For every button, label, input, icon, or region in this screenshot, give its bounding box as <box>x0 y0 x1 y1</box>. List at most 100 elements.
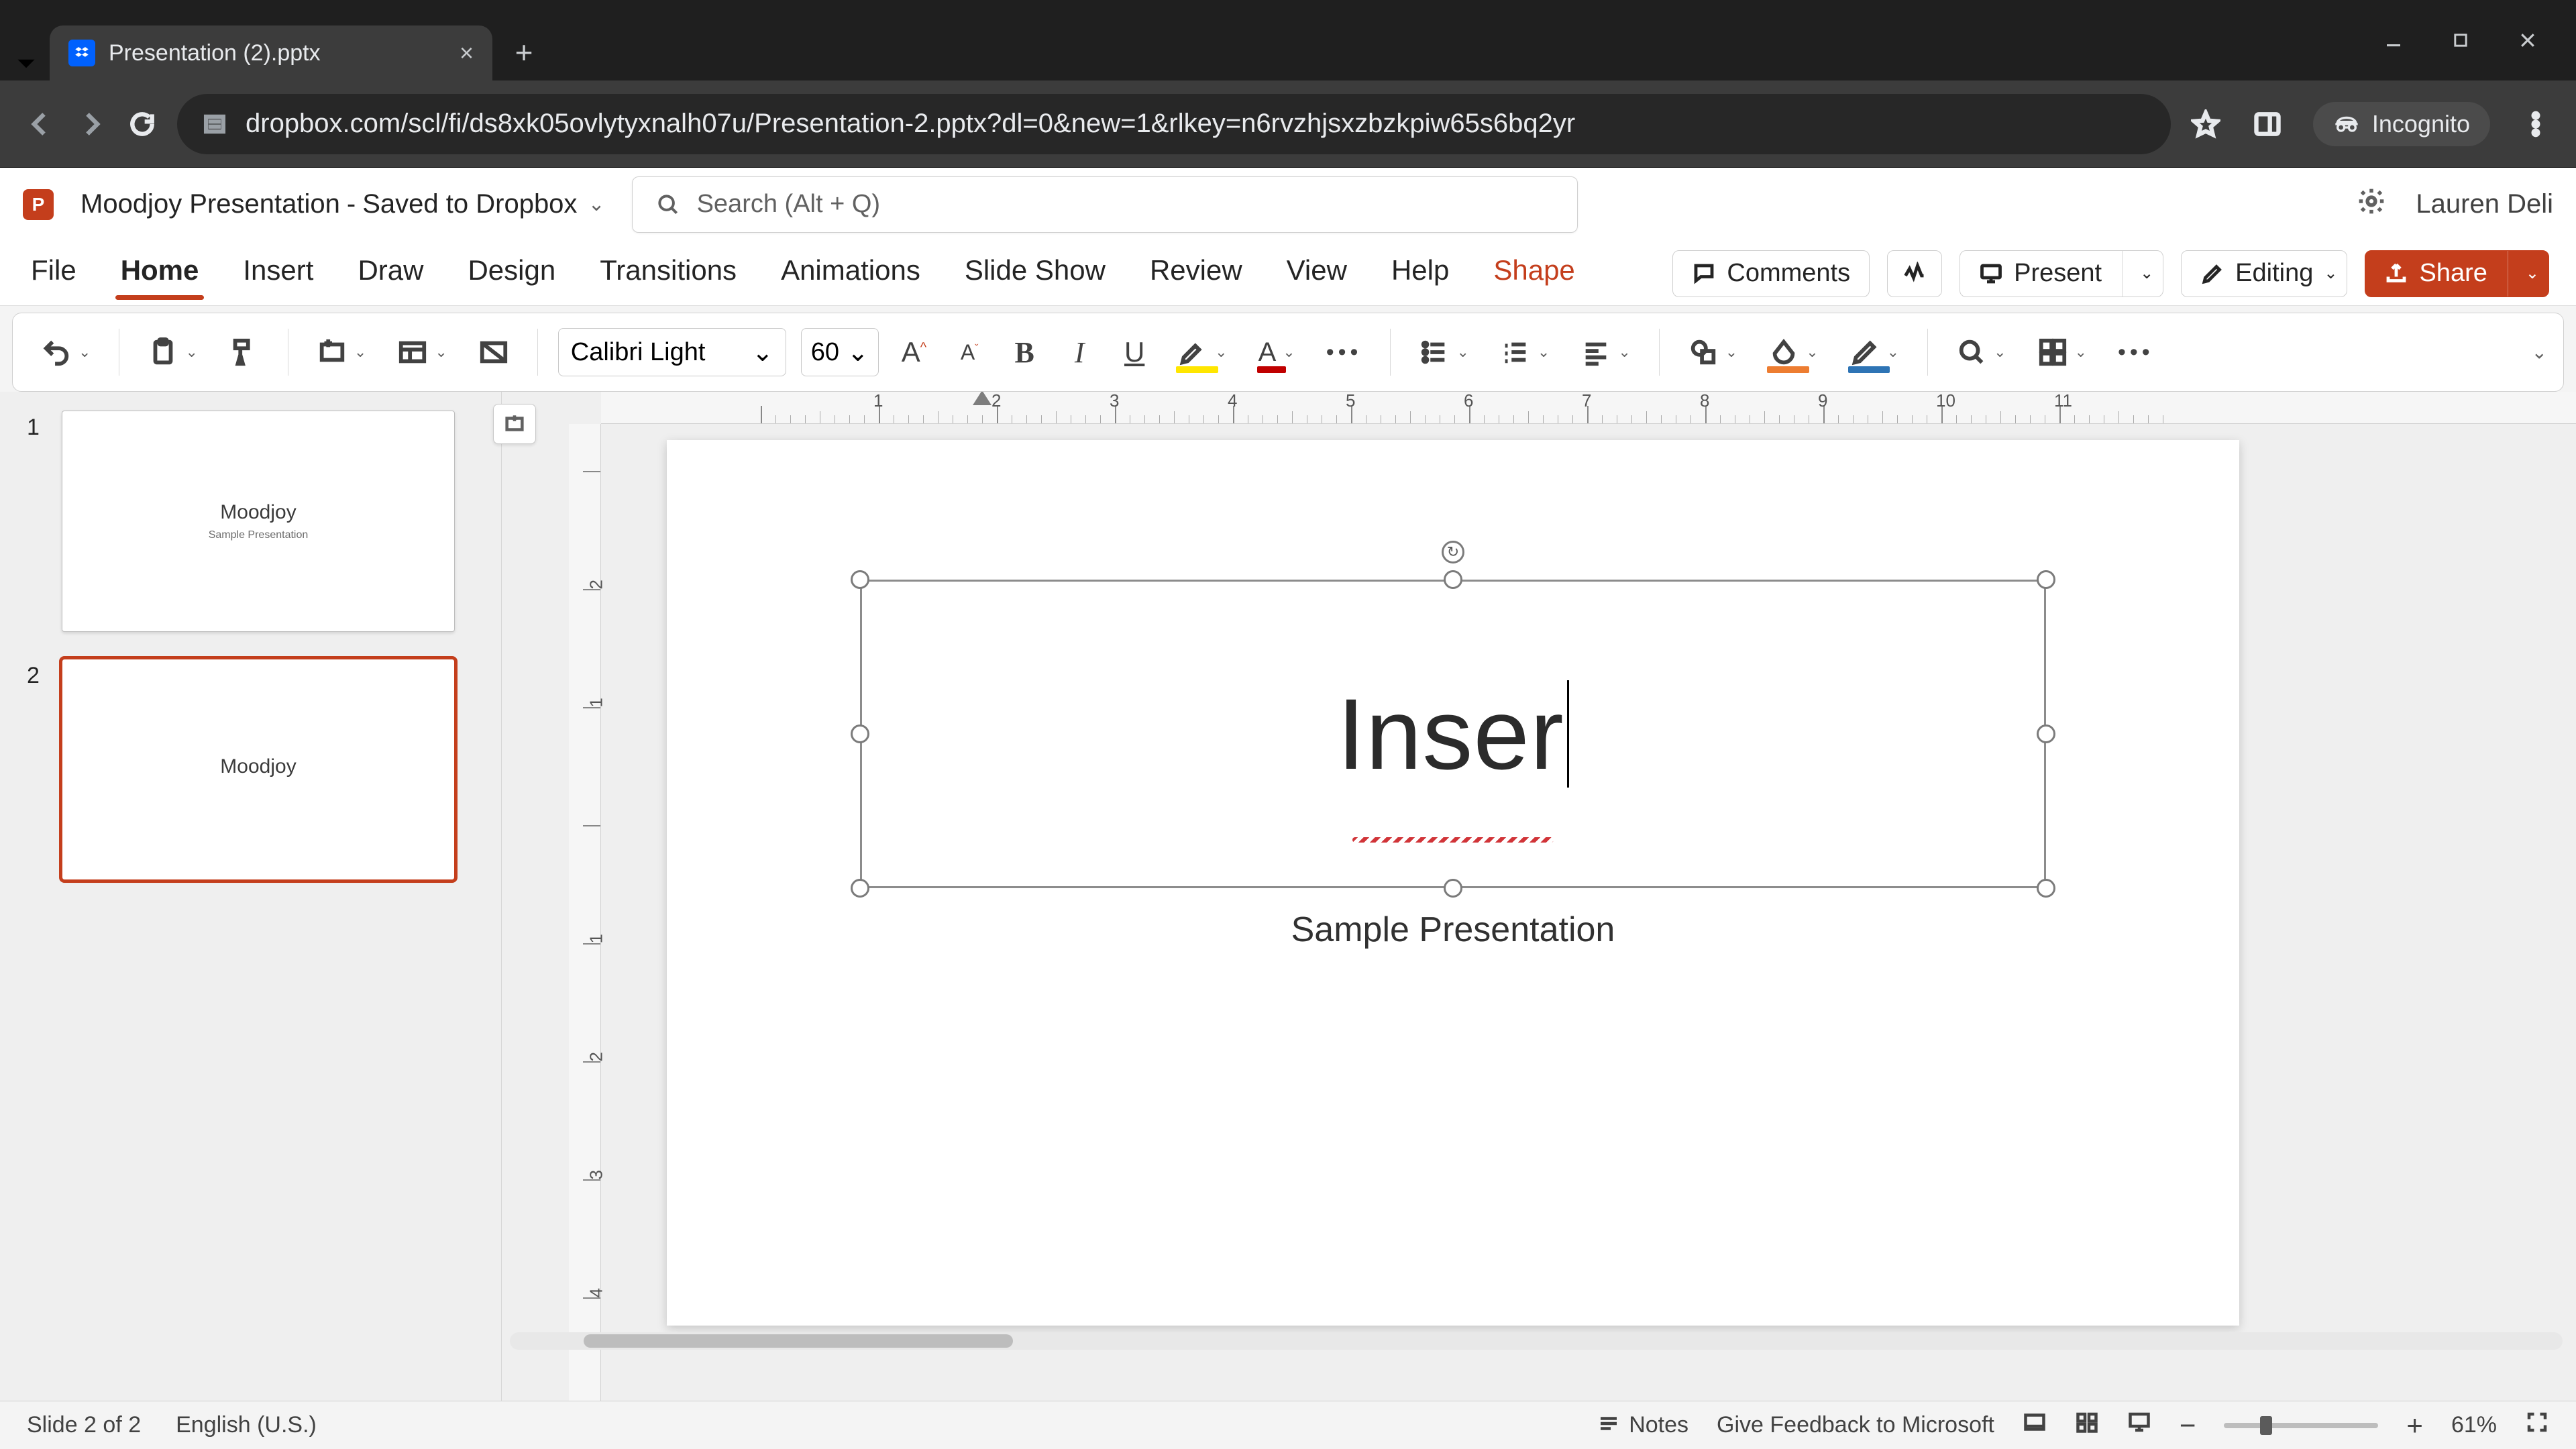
reset-button[interactable] <box>470 326 517 378</box>
vertical-ruler[interactable]: 211234 <box>569 424 601 1401</box>
zoom-slider[interactable] <box>2224 1423 2378 1428</box>
underline-button[interactable]: U <box>1114 326 1155 378</box>
tab-close-button[interactable]: × <box>460 41 474 65</box>
ribbon-tab-transitions[interactable]: Transitions <box>596 249 741 299</box>
workspace: 1 Moodjoy Sample Presentation 2 Moodjoy <box>0 392 2576 1401</box>
more-font-options-button[interactable]: ••• <box>1318 326 1371 378</box>
slide-thumbnail-2[interactable]: 2 Moodjoy <box>27 659 482 880</box>
new-slide-button[interactable]: ⌄ <box>309 326 374 378</box>
side-panel-icon[interactable] <box>2251 108 2284 140</box>
rotate-handle[interactable] <box>1442 541 1464 564</box>
scrollbar-thumb[interactable] <box>584 1334 1013 1348</box>
font-color-swatch <box>1257 366 1286 373</box>
zoom-out-button[interactable]: − <box>2180 1409 2196 1442</box>
ribbon-collapse-chevron-icon[interactable]: ⌄ <box>2532 341 2547 364</box>
slide-canvas[interactable]: Inser Sample Presentation <box>667 440 2239 1326</box>
ribbon-tab-review[interactable]: Review <box>1146 249 1246 299</box>
window-close-button[interactable] <box>2514 30 2541 50</box>
ribbon-tab-file[interactable]: File <box>27 249 80 299</box>
designer-button[interactable]: ⌄ <box>2029 326 2095 378</box>
ribbon-tab-animations[interactable]: Animations <box>777 249 924 299</box>
zoom-level[interactable]: 61% <box>2451 1412 2497 1438</box>
editing-mode-button[interactable]: Editing ⌄ <box>2181 250 2347 297</box>
paste-button[interactable]: ⌄ <box>140 326 205 378</box>
search-input[interactable]: Search (Alt + Q) <box>632 176 1578 233</box>
font-name-select[interactable]: Calibri Light⌄ <box>558 328 786 376</box>
shapes-button[interactable]: ⌄ <box>1680 326 1746 378</box>
bold-button[interactable]: B <box>1004 326 1044 378</box>
bookmark-star-icon[interactable] <box>2190 108 2222 140</box>
share-button[interactable]: Share ⌄ <box>2365 250 2549 297</box>
normal-view-button[interactable] <box>2023 1410 2047 1440</box>
reading-view-button[interactable] <box>2127 1410 2151 1440</box>
slide-canvas-area: 1234567891011 211234 <box>502 392 2576 1401</box>
more-commands-button[interactable]: ••• <box>2110 326 2162 378</box>
url-text: dropbox.com/scl/fi/ds8xk05ovlytyxnalh07u… <box>246 109 1575 139</box>
text-caret <box>1567 680 1569 788</box>
language-status[interactable]: English (U.S.) <box>176 1412 317 1438</box>
find-button[interactable]: ⌄ <box>1948 326 2014 378</box>
slide-thumbnail-1[interactable]: 1 Moodjoy Sample Presentation <box>27 411 482 632</box>
subtitle-text[interactable]: Sample Presentation <box>667 910 2239 950</box>
slide-sorter-view-button[interactable] <box>2075 1410 2099 1440</box>
catch-up-button[interactable] <box>1887 250 1942 297</box>
title-textbox[interactable]: Inser <box>860 580 2046 888</box>
zoom-in-button[interactable]: + <box>2406 1409 2423 1442</box>
document-title[interactable]: Moodjoy Presentation - Saved to Dropbox … <box>80 189 605 219</box>
feedback-link[interactable]: Give Feedback to Microsoft <box>1717 1412 1994 1438</box>
fit-to-window-button[interactable] <box>2525 1410 2549 1440</box>
user-name[interactable]: Lauren Deli <box>2416 189 2553 219</box>
ribbon-tab-slide-show[interactable]: Slide Show <box>961 249 1110 299</box>
present-chevron-icon[interactable]: ⌄ <box>2140 264 2153 283</box>
browser-menu-button[interactable] <box>2520 108 2552 140</box>
comments-button[interactable]: Comments <box>1672 250 1870 297</box>
ribbon-tab-insert[interactable]: Insert <box>239 249 317 299</box>
window-minimize-button[interactable] <box>2380 30 2407 50</box>
shrink-font-button[interactable]: Aˇ <box>949 326 989 378</box>
share-chevron-icon[interactable]: ⌄ <box>2526 264 2539 283</box>
ribbon-tab-draw[interactable]: Draw <box>354 249 427 299</box>
new-tab-button[interactable]: + <box>504 33 543 72</box>
ribbon-tab-design[interactable]: Design <box>464 249 559 299</box>
grow-font-button[interactable]: A^ <box>894 326 934 378</box>
horizontal-ruler[interactable]: 1234567891011 <box>601 392 2576 424</box>
ribbon-tab-home[interactable]: Home <box>117 249 203 299</box>
tabs-dropdown-button[interactable] <box>9 47 43 80</box>
horizontal-scrollbar[interactable] <box>510 1332 2563 1350</box>
nav-back-button[interactable] <box>24 108 56 140</box>
ribbon-tab-help[interactable]: Help <box>1387 249 1453 299</box>
window-maximize-button[interactable] <box>2447 31 2474 50</box>
font-color-button[interactable]: A ⌄ <box>1250 326 1303 378</box>
numbering-button[interactable]: ⌄ <box>1492 326 1558 378</box>
shape-fill-button[interactable]: ⌄ <box>1760 326 1826 378</box>
align-button[interactable]: ⌄ <box>1572 326 1638 378</box>
highlight-color-button[interactable]: ⌄ <box>1169 326 1235 378</box>
layout-button[interactable]: ⌄ <box>389 326 455 378</box>
undo-button[interactable]: ⌄ <box>33 326 99 378</box>
nav-reload-button[interactable] <box>126 108 158 140</box>
doc-title-text: Moodjoy Presentation <box>80 189 340 219</box>
zoom-slider-thumb[interactable] <box>2260 1416 2272 1435</box>
ribbon-tab-shape[interactable]: Shape <box>1489 249 1578 299</box>
dropbox-favicon <box>68 40 95 66</box>
powerpoint-logo-icon[interactable]: P <box>23 189 54 220</box>
ribbon-tab-view[interactable]: View <box>1283 249 1351 299</box>
notes-toggle[interactable]: Notes <box>1597 1412 1688 1438</box>
italic-button[interactable]: I <box>1059 326 1099 378</box>
slide-thumbnail-panel: 1 Moodjoy Sample Presentation 2 Moodjoy <box>0 392 502 1401</box>
present-button[interactable]: Present ⌄ <box>1960 250 2163 297</box>
format-painter-button[interactable] <box>221 326 268 378</box>
site-info-icon[interactable] <box>200 109 229 139</box>
shape-outline-button[interactable]: ⌄ <box>1841 326 1907 378</box>
window-controls <box>2345 0 2576 80</box>
settings-gear-icon[interactable] <box>2357 186 2386 223</box>
font-size-select[interactable]: 60⌄ <box>801 328 879 376</box>
tab-title: Presentation (2).pptx <box>109 40 321 66</box>
spellcheck-underline <box>1352 837 1554 843</box>
address-bar[interactable]: dropbox.com/scl/fi/ds8xk05ovlytyxnalh07u… <box>177 94 2171 154</box>
bullets-button[interactable]: ⌄ <box>1411 326 1477 378</box>
browser-tab-active[interactable]: Presentation (2).pptx × <box>50 25 492 80</box>
slide-position[interactable]: Slide 2 of 2 <box>27 1412 141 1438</box>
nav-forward-button[interactable] <box>75 108 107 140</box>
incognito-badge[interactable]: Incognito <box>2313 102 2490 146</box>
